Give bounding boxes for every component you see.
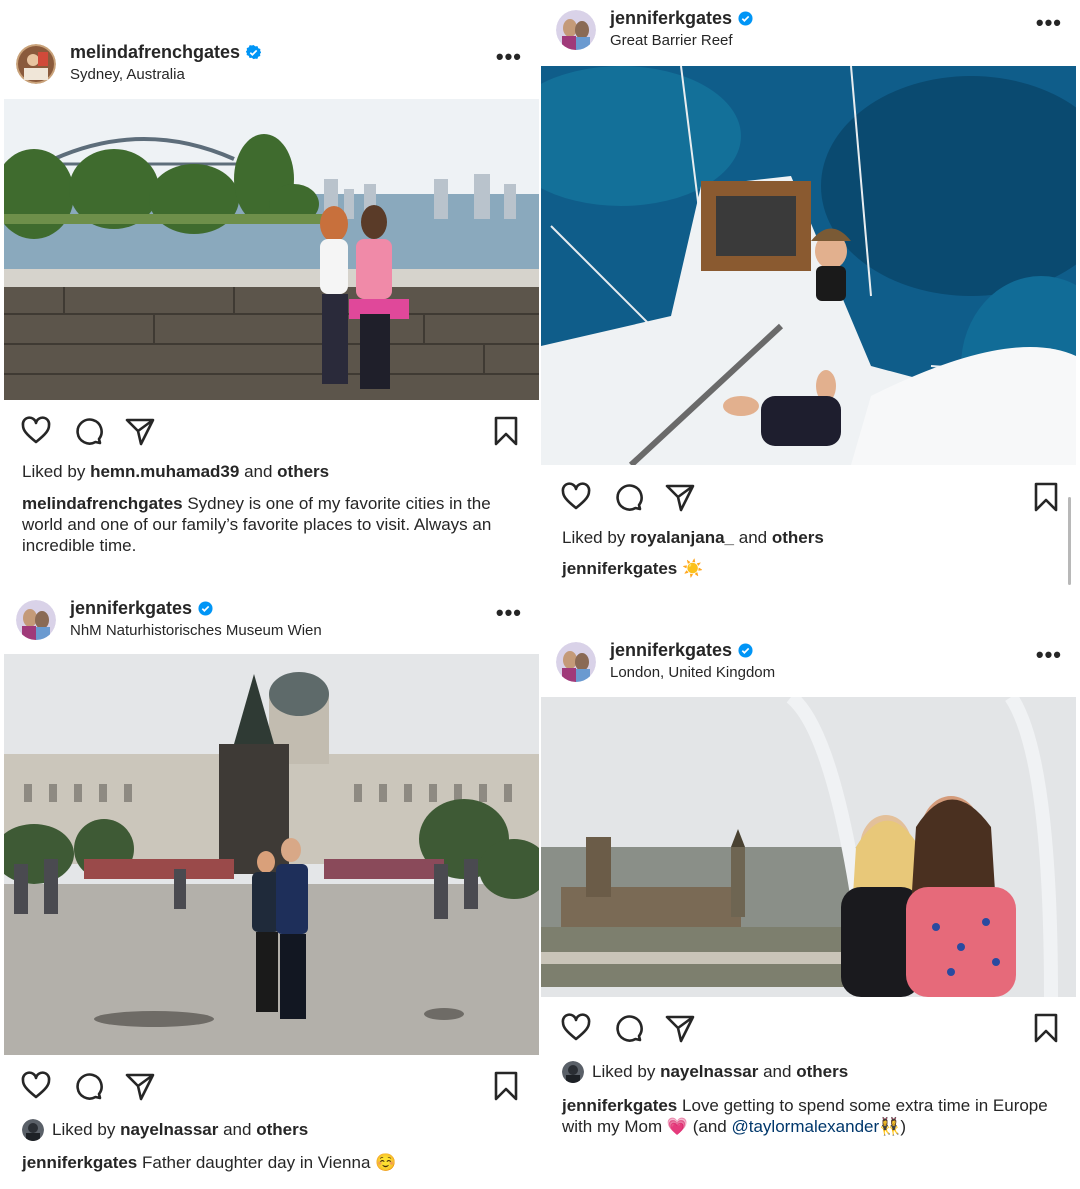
more-options-icon[interactable]: ••• (1036, 644, 1062, 666)
post-photo[interactable] (541, 66, 1076, 465)
post-caption: jenniferkgates ☀️ (562, 558, 1054, 579)
liker-avatar[interactable] (562, 1061, 584, 1083)
likes-summary: Liked by hemn.muhamad39 and others (22, 462, 530, 482)
liked-by-others[interactable]: others (256, 1120, 308, 1139)
post-actions (560, 481, 1062, 515)
post-location[interactable]: NhM Naturhistorisches Museum Wien (70, 622, 322, 639)
post-header: melindafrenchgates Sydney, Australia ••• (16, 42, 526, 86)
liked-by-user[interactable]: nayelnassar (660, 1062, 758, 1081)
likes-summary: Liked by nayelnassar and others (562, 1061, 1070, 1083)
post-location[interactable]: Sydney, Australia (70, 66, 185, 83)
verified-badge-icon (198, 601, 213, 616)
more-options-icon[interactable]: ••• (496, 602, 522, 624)
liked-by-others[interactable]: others (277, 462, 329, 481)
post-username[interactable]: melindafrenchgates (70, 42, 240, 63)
caption-username[interactable]: jenniferkgates (22, 1153, 137, 1172)
post-location[interactable]: London, United Kingdom (610, 664, 775, 681)
liked-by-and: and (738, 528, 768, 547)
post-vienna: jenniferkgates NhM Naturhistorisches Mus… (0, 590, 540, 1189)
scrollbar[interactable] (1068, 497, 1071, 585)
bookmark-icon[interactable] (1030, 481, 1062, 513)
post-photo[interactable] (4, 99, 539, 400)
liked-by-and: and (763, 1062, 792, 1081)
liked-by-others[interactable]: others (772, 528, 824, 547)
verified-badge-icon (246, 45, 262, 60)
share-icon[interactable] (124, 415, 156, 447)
share-icon[interactable] (664, 1012, 696, 1044)
caption-username[interactable]: melindafrenchgates (22, 494, 183, 513)
share-icon[interactable] (664, 481, 696, 513)
bookmark-icon[interactable] (490, 1070, 522, 1102)
caption-tail: 👯‍♀️) (879, 1117, 906, 1136)
post-london: jenniferkgates London, United Kingdom ••… (540, 630, 1080, 1189)
liked-by-and: and (244, 462, 273, 481)
post-caption: jenniferkgates Love getting to spend som… (562, 1095, 1054, 1137)
likes-summary: Liked by royalanjana_ and others (562, 528, 1070, 548)
comment-icon[interactable] (612, 1012, 644, 1044)
comment-icon[interactable] (72, 415, 104, 447)
heart-icon[interactable] (20, 1070, 52, 1102)
liked-by-label: Liked by (592, 1062, 656, 1081)
caption-text: ☀️ (682, 559, 704, 578)
liked-by-user[interactable]: hemn.muhamad39 (90, 462, 239, 481)
heart-icon[interactable] (560, 481, 592, 513)
post-sydney: melindafrenchgates Sydney, Australia ••• (0, 30, 540, 570)
liked-by-user[interactable]: royalanjana_ (630, 528, 734, 547)
heart-icon[interactable] (560, 1012, 592, 1044)
caption-text: Father daughter day in Vienna ☺️ (142, 1153, 397, 1172)
liked-by-label: Liked by (562, 528, 626, 547)
avatar[interactable] (16, 600, 56, 640)
likes-summary: Liked by nayelnassar and others (22, 1119, 530, 1141)
post-username[interactable]: jenniferkgates (70, 598, 192, 619)
post-actions (560, 1012, 1062, 1046)
verified-badge-icon (738, 643, 753, 658)
share-icon[interactable] (124, 1070, 156, 1102)
post-photo[interactable] (541, 697, 1076, 997)
avatar[interactable] (16, 44, 56, 84)
heart-icon[interactable] (20, 415, 52, 447)
avatar[interactable] (556, 642, 596, 682)
post-header: jenniferkgates Great Barrier Reef ••• (556, 8, 1066, 52)
post-actions (20, 415, 522, 449)
more-options-icon[interactable]: ••• (1036, 12, 1062, 34)
caption-mention[interactable]: @taylormalexander (732, 1117, 880, 1136)
post-username[interactable]: jenniferkgates (610, 8, 732, 29)
verified-badge-icon (738, 11, 753, 26)
post-location[interactable]: Great Barrier Reef (610, 32, 733, 49)
comment-icon[interactable] (72, 1070, 104, 1102)
post-photo[interactable] (4, 654, 539, 1055)
avatar[interactable] (556, 10, 596, 50)
post-reef: jenniferkgates Great Barrier Reef ••• Li… (540, 0, 1080, 590)
post-actions (20, 1070, 522, 1104)
bookmark-icon[interactable] (490, 415, 522, 447)
post-username[interactable]: jenniferkgates (610, 640, 732, 661)
liked-by-and: and (223, 1120, 252, 1139)
caption-username[interactable]: jenniferkgates (562, 559, 677, 578)
post-caption: melindafrenchgates Sydney is one of my f… (22, 493, 514, 556)
liked-by-label: Liked by (52, 1120, 116, 1139)
post-header: jenniferkgates London, United Kingdom ••… (556, 640, 1066, 684)
post-header: jenniferkgates NhM Naturhistorisches Mus… (16, 598, 526, 642)
liked-by-others[interactable]: others (796, 1062, 848, 1081)
liked-by-label: Liked by (22, 462, 86, 481)
more-options-icon[interactable]: ••• (496, 46, 522, 68)
bookmark-icon[interactable] (1030, 1012, 1062, 1044)
caption-username[interactable]: jenniferkgates (562, 1096, 677, 1115)
comment-icon[interactable] (612, 481, 644, 513)
liker-avatar[interactable] (22, 1119, 44, 1141)
post-caption: jenniferkgates Father daughter day in Vi… (22, 1152, 514, 1173)
liked-by-user[interactable]: nayelnassar (120, 1120, 218, 1139)
